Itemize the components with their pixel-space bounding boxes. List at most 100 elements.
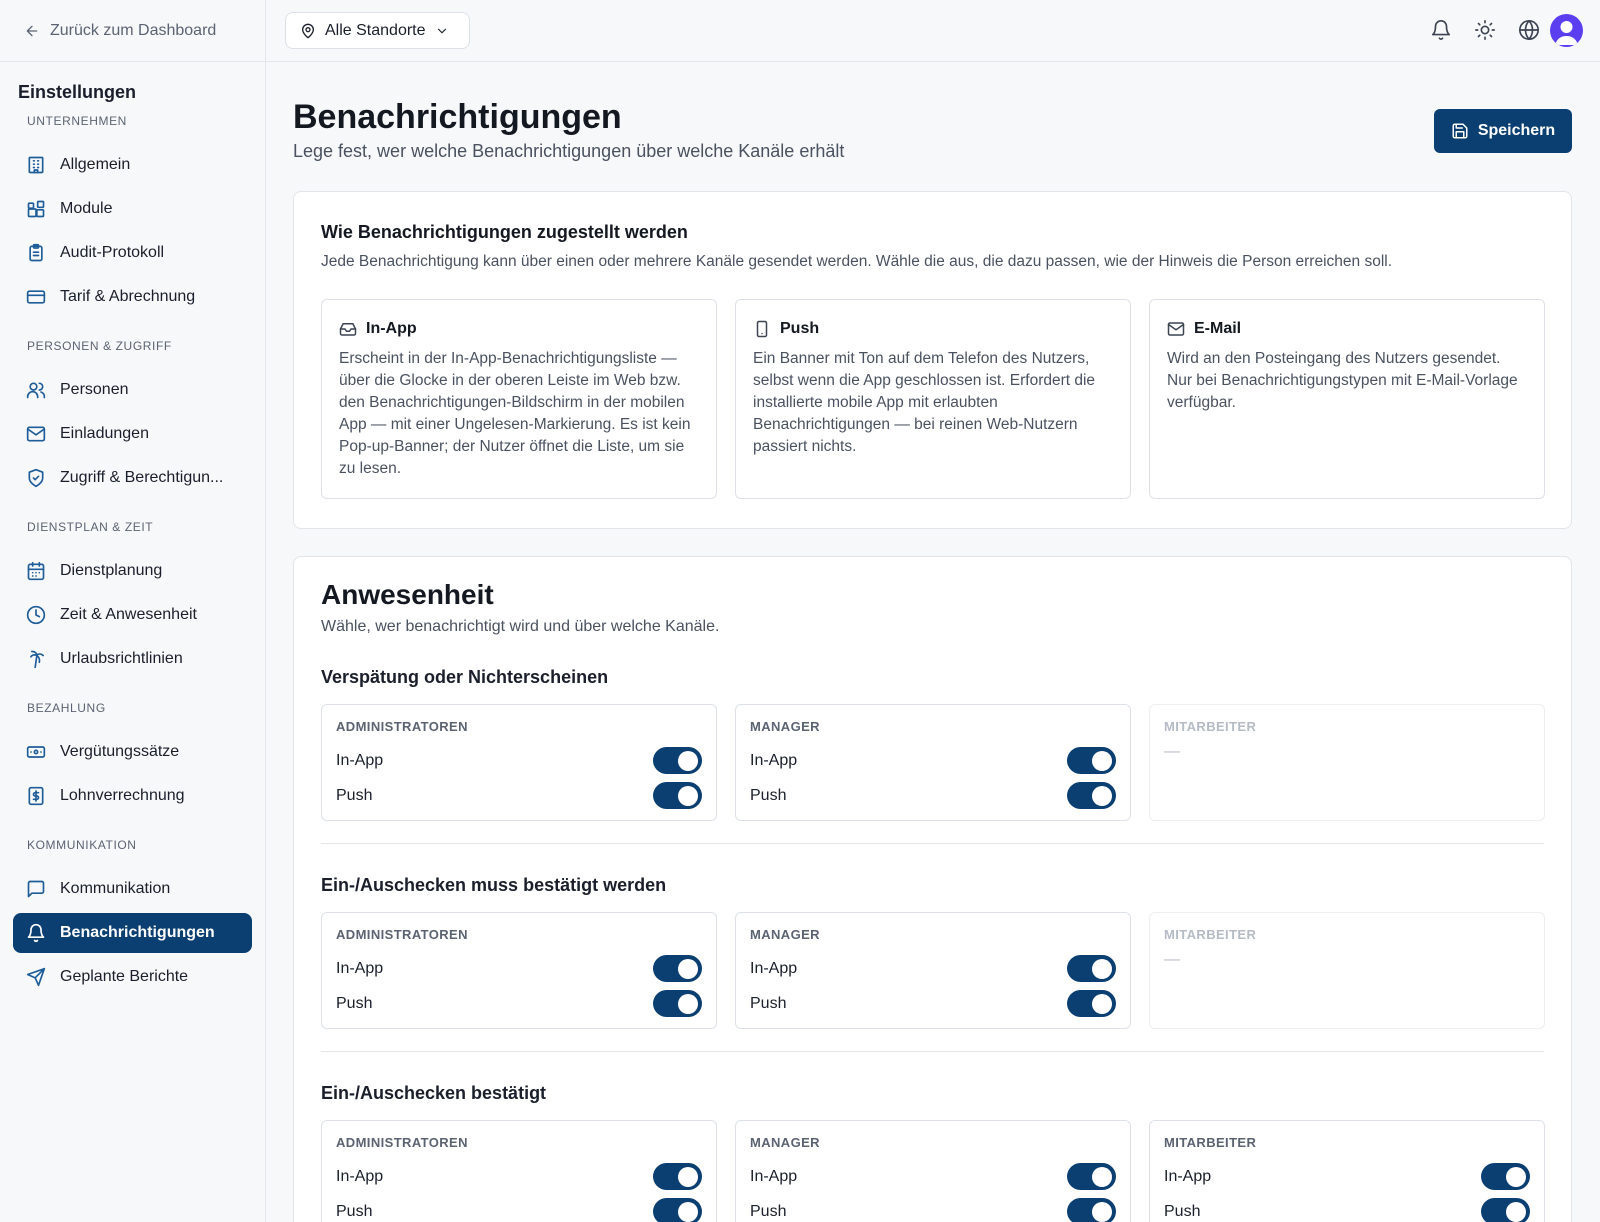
sidebar-item-label: Vergütungssätze [60,743,180,760]
sidebar-item-label: Lohnverrechnung [60,787,185,804]
user-avatar[interactable] [1550,14,1583,47]
in-app-toggle[interactable] [1067,955,1116,982]
channel-row: Push [336,778,702,813]
sidebar-item-module[interactable]: Module [13,189,252,229]
channel-card-in-app: In-App Erscheint in der In-App-Benachric… [321,299,717,499]
in-app-toggle[interactable] [1067,747,1116,774]
role-card-administrators: ADMINISTRATOREN In-App Push [321,912,717,1029]
role-card-employees: MITARBEITER — [1149,704,1545,821]
map-pin-icon [302,23,314,38]
channel-title-row: Push [753,320,1113,338]
channel-row: Push [336,986,702,1021]
role-card-managers: MANAGER In-App Push [735,912,1131,1029]
push-toggle[interactable] [1067,990,1116,1017]
channel-title-row: In-App [339,320,699,338]
sidebar-item-berichte[interactable]: Geplante Berichte [13,957,252,997]
channel-label: Push [336,994,373,1012]
sidebar-item-urlaub[interactable]: Urlaubsrichtlinien [13,639,252,679]
chevron-down-icon [437,28,446,33]
divider [321,1051,1544,1052]
channel-row: Push [750,778,1116,813]
bell-icon [27,923,45,943]
sidebar-item-kommunikation[interactable]: Kommunikation [13,869,252,909]
sidebar-item-allgemein[interactable]: Allgemein [13,145,252,185]
mail-icon [26,426,46,442]
channel-row: Push [750,986,1116,1021]
sidebar-group-label: BEZAHLUNG [27,701,106,715]
sidebar-item-tarif[interactable]: Tarif & Abrechnung [13,277,252,317]
channel-row: In-App [336,743,702,778]
channel-label: In-App [750,751,798,769]
channel-card-email: E-Mail Wird an den Posteingang des Nutze… [1149,299,1545,499]
delivery-title: Wie Benachrichtigungen zugestellt werden [321,222,688,242]
channel-label: In-App [336,959,384,977]
attendance-subtitle: Wähle, wer benachrichtigt wird und über … [321,618,720,635]
push-toggle[interactable] [1481,1198,1530,1222]
sidebar-item-einladungen[interactable]: Einladungen [13,414,252,454]
empty-dash: — [1164,743,1180,760]
sun-icon[interactable] [1474,19,1496,41]
attendance-card: Anwesenheit Wähle, wer benachrichtigt wi… [293,556,1572,1222]
push-toggle[interactable] [653,1198,702,1222]
sidebar-group-label: PERSONEN & ZUGRIFF [27,339,172,353]
user-icon [1555,21,1578,45]
channel-row: Push [1164,1194,1530,1222]
save-button-label: Speichern [1477,122,1556,139]
role-name: ADMINISTRATOREN [336,927,468,942]
sidebar-item-zeit[interactable]: Zeit & Anwesenheit [13,595,252,635]
channel-row: In-App [750,743,1116,778]
channel-label: Push [336,1202,373,1220]
channel-label: In-App [336,1167,384,1185]
channel-row: Push [336,1194,702,1222]
channel-body: Wird an den Posteingang des Nutzers gese… [1167,350,1518,411]
back-link-label: Zurück zum Dashboard [50,21,217,39]
sidebar-item-label: Einladungen [60,425,149,442]
in-app-toggle[interactable] [653,747,702,774]
credit-card-icon [26,290,46,304]
channel-row: Push [750,1194,1116,1222]
channel-row: In-App [336,951,702,986]
sidebar-item-dienstplanung[interactable]: Dienstplanung [13,551,252,591]
back-to-dashboard-link[interactable]: Zurück zum Dashboard [0,0,265,62]
globe-icon[interactable] [1518,19,1540,41]
modules-icon [27,200,45,218]
sidebar-item-label: Zeit & Anwesenheit [60,606,197,623]
role-name: MITARBEITER [1164,1135,1257,1150]
empty-dash: — [1164,951,1180,968]
channel-label: Push [750,786,787,804]
delivery-info-card: Wie Benachrichtigungen zugestellt werden… [293,191,1572,529]
in-app-toggle[interactable] [1067,1163,1116,1190]
location-select[interactable]: Alle Standorte [285,12,470,49]
sidebar-group-label: KOMMUNIKATION [27,838,137,852]
users-icon [26,382,46,399]
push-toggle[interactable] [653,990,702,1017]
in-app-toggle[interactable] [1481,1163,1530,1190]
in-app-toggle[interactable] [653,1163,702,1190]
attendance-title: Anwesenheit [321,579,494,610]
in-app-toggle[interactable] [653,955,702,982]
group-title-needs-approval: Ein-/Auschecken muss bestätigt werden [321,875,667,895]
page-subtitle: Lege fest, wer welche Benachrichtigungen… [293,141,845,161]
location-select-value: Alle Standorte [325,21,426,39]
sidebar-item-audit-protokoll[interactable]: Audit-Protokoll [13,233,252,273]
sidebar-item-lohn[interactable]: Lohnverrechnung [13,776,252,816]
sidebar-item-verguetung[interactable]: Vergütungssätze [13,732,252,772]
save-button[interactable]: Speichern [1434,109,1572,153]
sidebar-item-zugriff[interactable]: Zugriff & Berechtigun... [13,458,252,498]
push-toggle[interactable] [1067,782,1116,809]
push-toggle[interactable] [1067,1198,1116,1222]
sidebar-item-label: Dienstplanung [60,562,163,579]
sidebar-group-label: UNTERNEHMEN [27,114,127,128]
delivery-description: Jede Benachrichtigung kann über einen od… [321,253,1393,270]
bell-icon[interactable] [1430,19,1452,41]
sidebar-item-benachrichtigungen[interactable]: Benachrichtigungen [13,913,252,953]
calendar-icon [27,561,45,581]
sidebar-item-label: Personen [60,381,129,398]
role-name: MANAGER [750,719,820,734]
push-toggle[interactable] [653,782,702,809]
smartphone-icon [756,320,768,338]
sidebar-title: Einstellungen [18,82,137,102]
arrow-left-icon [26,25,38,36]
sidebar-item-label: Urlaubsrichtlinien [60,650,183,667]
sidebar-item-personen[interactable]: Personen [13,370,252,410]
